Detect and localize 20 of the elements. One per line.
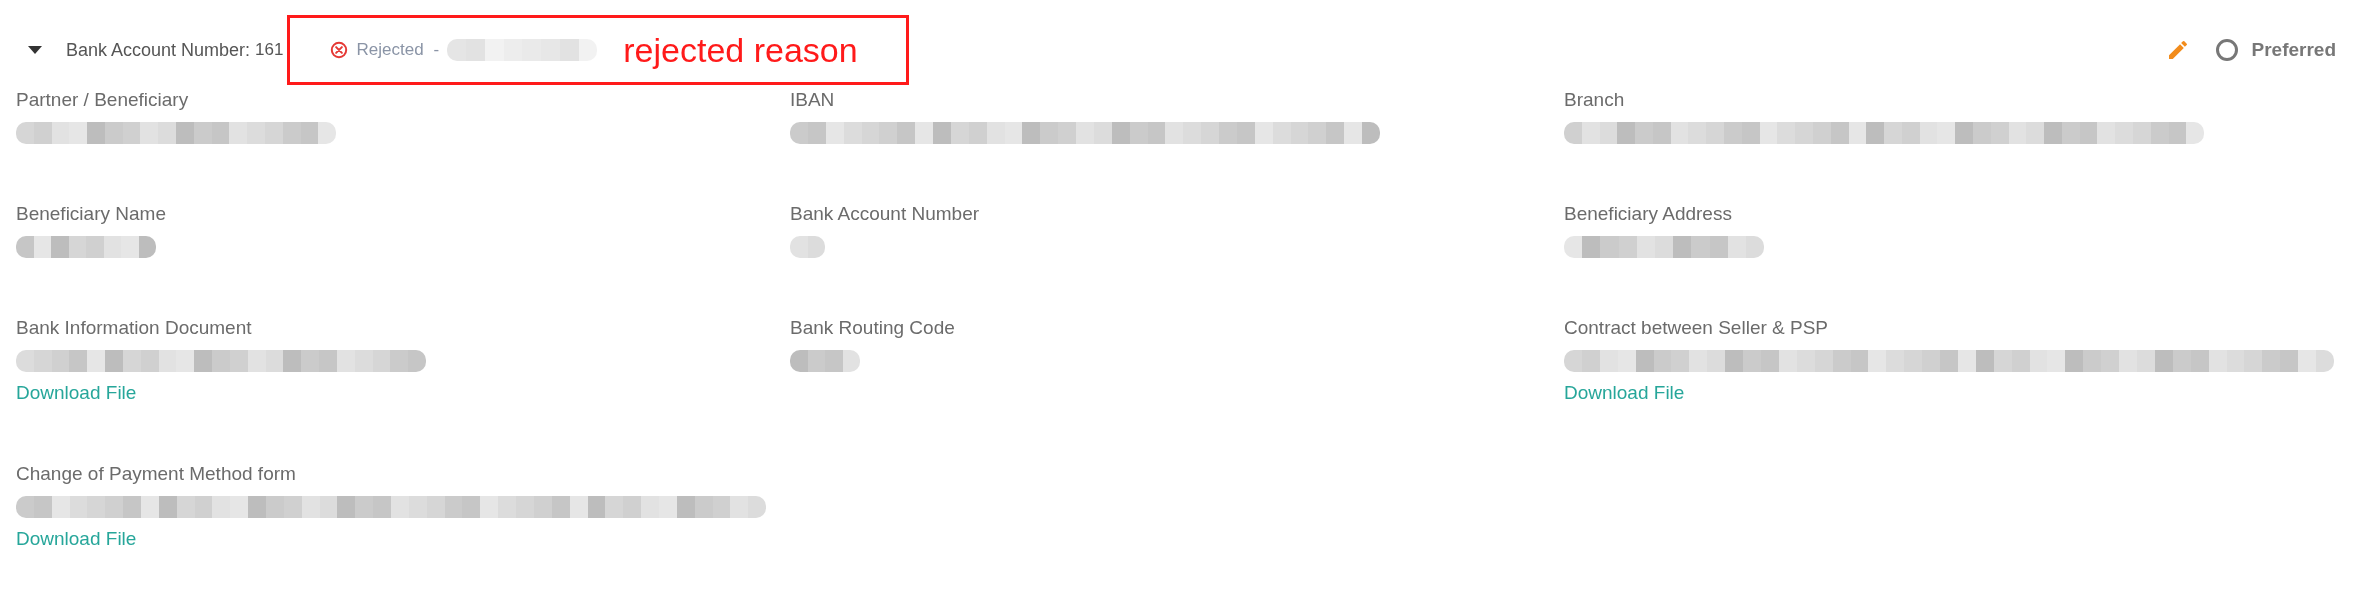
field-label: Partner / Beneficiary xyxy=(16,88,189,112)
preferred-radio[interactable]: Preferred xyxy=(2215,39,2336,61)
field-label: Contract between Seller & PSP xyxy=(1564,316,1829,340)
status-separator: - xyxy=(433,40,440,60)
status-label: Rejected xyxy=(356,40,424,60)
field-label: Bank Information Document xyxy=(16,316,252,340)
field-label: Bank Account Number xyxy=(790,202,980,226)
field-label: Beneficiary Address xyxy=(1564,202,1732,226)
header-value: 161 xyxy=(255,40,284,60)
download-link[interactable]: Download File xyxy=(16,382,137,404)
annotation-text: rejected reason xyxy=(623,30,858,70)
field-label: Bank Routing Code xyxy=(790,316,955,340)
field-label: Branch xyxy=(1564,88,1625,112)
download-link[interactable]: Download File xyxy=(1564,382,1685,404)
caret-icon[interactable] xyxy=(28,46,42,54)
header-label: Bank Account Number: xyxy=(66,39,251,61)
field-label: IBAN xyxy=(790,88,835,112)
field-label: Beneficiary Name xyxy=(16,202,166,226)
download-link[interactable]: Download File xyxy=(16,528,137,550)
field-label: Change of Payment Method form xyxy=(16,462,296,486)
